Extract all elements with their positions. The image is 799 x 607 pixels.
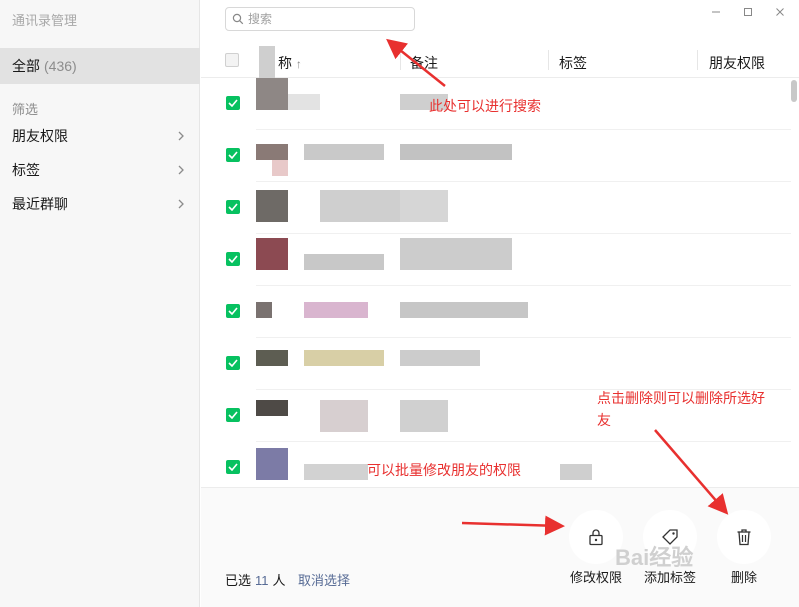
watermark: Bai经验	[615, 545, 694, 570]
arrow-to-modify-permission	[461, 515, 565, 536]
annotation-delete-note-line1: 点击删除则可以删除所选好	[597, 390, 765, 406]
arrow-to-search	[386, 38, 446, 87]
annotation-delete-note-line2: 友	[597, 412, 611, 428]
annotation-arrows	[386, 38, 729, 536]
annotation-batch-note: 可以批量修改朋友的权限	[367, 462, 521, 478]
arrow-to-delete	[654, 429, 729, 515]
annotation-search-note: 此处可以进行搜索	[429, 98, 541, 114]
